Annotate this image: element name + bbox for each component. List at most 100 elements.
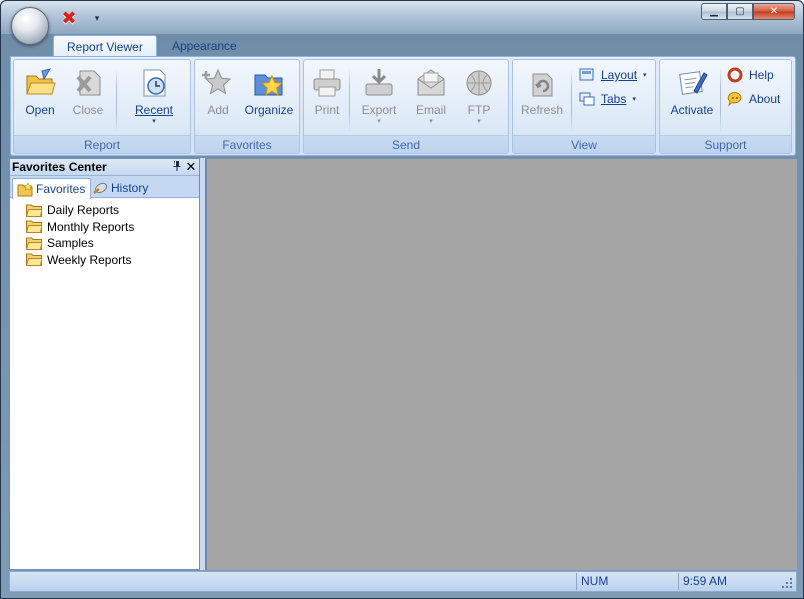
- recent-clock-icon: [143, 69, 166, 97]
- close-window-button[interactable]: ✕: [753, 3, 795, 20]
- recent-label: Recent: [134, 103, 174, 117]
- tree-item-samples[interactable]: Samples: [26, 235, 199, 252]
- export-dropdown-icon: ▾: [377, 118, 381, 125]
- export-button[interactable]: Export ▾: [356, 64, 402, 132]
- email-label: Email: [415, 103, 446, 117]
- tabs-button[interactable]: Tabs ▾: [579, 89, 636, 109]
- resize-grip-icon[interactable]: [781, 577, 793, 589]
- tree-item-label: Weekly Reports: [47, 252, 132, 267]
- group-label-view: View: [513, 135, 655, 153]
- ftp-dropdown-icon: ▾: [477, 118, 481, 125]
- about-button[interactable]: About: [727, 89, 780, 109]
- quick-access-close-icon[interactable]: ✖: [57, 8, 81, 28]
- quick-access-dropdown-icon[interactable]: ▾: [91, 11, 103, 25]
- favorites-center-pane: Favorites Center ✕ Favorites History Dai…: [9, 158, 200, 570]
- tabs-icon: [579, 92, 595, 106]
- about-info-icon: [727, 91, 742, 107]
- separator: [571, 68, 572, 132]
- tab-report-viewer[interactable]: Report Viewer: [53, 35, 157, 57]
- pane-title: Favorites Center: [12, 160, 107, 174]
- group-support: Activate Help About Support: [659, 59, 792, 154]
- layout-dropdown-icon: ▾: [643, 72, 647, 79]
- title-bar: ✖ ▾ ▁ ▢ ✕: [1, 1, 803, 34]
- maximize-button[interactable]: ▢: [727, 3, 753, 20]
- tabs-label: Tabs: [601, 92, 627, 106]
- layout-label: Layout: [601, 68, 638, 82]
- pane-tabs: Favorites History: [10, 176, 199, 199]
- group-label-send: Send: [304, 135, 508, 153]
- print-label: Print: [314, 103, 340, 117]
- close-label: Close: [72, 103, 104, 117]
- email-dropdown-icon: ▾: [429, 118, 433, 125]
- ftp-label: FTP: [467, 103, 491, 117]
- close-document-icon: [76, 70, 101, 96]
- ftp-button[interactable]: FTP ▾: [456, 64, 502, 132]
- ftp-globe-icon: [466, 70, 492, 96]
- ribbon-tabs: Report Viewer Appearance: [10, 34, 796, 57]
- tree-item-weekly-reports[interactable]: Weekly Reports: [26, 252, 199, 269]
- export-icon: [365, 69, 393, 96]
- layout-icon: [579, 68, 594, 81]
- email-button[interactable]: Email ▾: [408, 64, 454, 132]
- tree-item-label: Daily Reports: [47, 203, 120, 218]
- printer-icon: [313, 69, 341, 97]
- organize-favorites-icon: [254, 74, 284, 97]
- refresh-label: Refresh: [520, 103, 564, 117]
- tab-favorites-label: Favorites: [36, 182, 86, 196]
- group-label-support: Support: [660, 135, 791, 153]
- report-content-area[interactable]: [205, 159, 797, 570]
- status-clock: 9:59 AM: [678, 573, 778, 590]
- application-orb-button[interactable]: [11, 7, 49, 45]
- separator: [116, 68, 117, 132]
- add-label: Add: [207, 103, 229, 117]
- tree-item-label: Samples: [47, 236, 94, 251]
- separator: [720, 68, 721, 132]
- status-bar: NUM 9:59 AM: [9, 571, 797, 592]
- activate-button[interactable]: Activate: [666, 64, 718, 132]
- folder-icon: [26, 220, 42, 234]
- minimize-button[interactable]: ▁: [701, 3, 727, 20]
- help-label: Help: [749, 68, 774, 82]
- close-button[interactable]: Close: [65, 64, 111, 132]
- organize-button[interactable]: Organize: [241, 64, 297, 132]
- open-folder-icon: [26, 68, 56, 95]
- pane-close-icon[interactable]: ✕: [183, 159, 199, 175]
- ribbon: Open Close Recent ▾ Report Add Organize …: [10, 56, 796, 156]
- pane-title-bar: Favorites Center ✕: [10, 159, 199, 176]
- activate-label: Activate: [670, 103, 714, 117]
- tab-favorites[interactable]: Favorites: [12, 178, 92, 199]
- group-label-report: Report: [14, 135, 190, 153]
- refresh-button[interactable]: Refresh: [517, 64, 567, 132]
- refresh-icon: [532, 73, 553, 97]
- email-icon: [417, 69, 445, 96]
- tree-item-monthly-reports[interactable]: Monthly Reports: [26, 219, 199, 236]
- export-label: Export: [361, 103, 397, 117]
- folder-icon: [26, 253, 42, 267]
- open-label: Open: [25, 103, 55, 117]
- pin-icon[interactable]: [169, 160, 183, 174]
- group-report: Open Close Recent ▾ Report: [13, 59, 191, 154]
- tree-item-daily-reports[interactable]: Daily Reports: [26, 202, 199, 219]
- group-label-favorites: Favorites: [195, 135, 299, 153]
- recent-button[interactable]: Recent ▾: [129, 64, 179, 132]
- tabs-dropdown-icon: ▾: [632, 96, 636, 103]
- tab-history-label: History: [111, 181, 149, 195]
- history-icon: [93, 182, 108, 194]
- open-button[interactable]: Open: [17, 64, 63, 132]
- organize-label: Organize: [244, 103, 294, 117]
- favorites-tree: Daily Reports Monthly Reports Samples We…: [10, 198, 199, 268]
- layout-button[interactable]: Layout ▾: [579, 65, 647, 85]
- folder-icon: [26, 237, 42, 250]
- tree-item-label: Monthly Reports: [47, 219, 135, 234]
- about-label: About: [749, 92, 781, 106]
- group-favorites: Add Organize Favorites: [194, 59, 300, 154]
- help-button[interactable]: Help: [727, 65, 774, 85]
- tab-appearance[interactable]: Appearance: [159, 35, 250, 57]
- status-num-lock: NUM: [576, 573, 676, 590]
- folder-icon: [26, 204, 42, 217]
- activate-certificate-icon: [679, 71, 708, 95]
- tab-history[interactable]: History: [88, 178, 153, 198]
- separator: [349, 68, 350, 132]
- print-button[interactable]: Print: [304, 64, 350, 132]
- add-favorite-button[interactable]: Add: [195, 64, 241, 132]
